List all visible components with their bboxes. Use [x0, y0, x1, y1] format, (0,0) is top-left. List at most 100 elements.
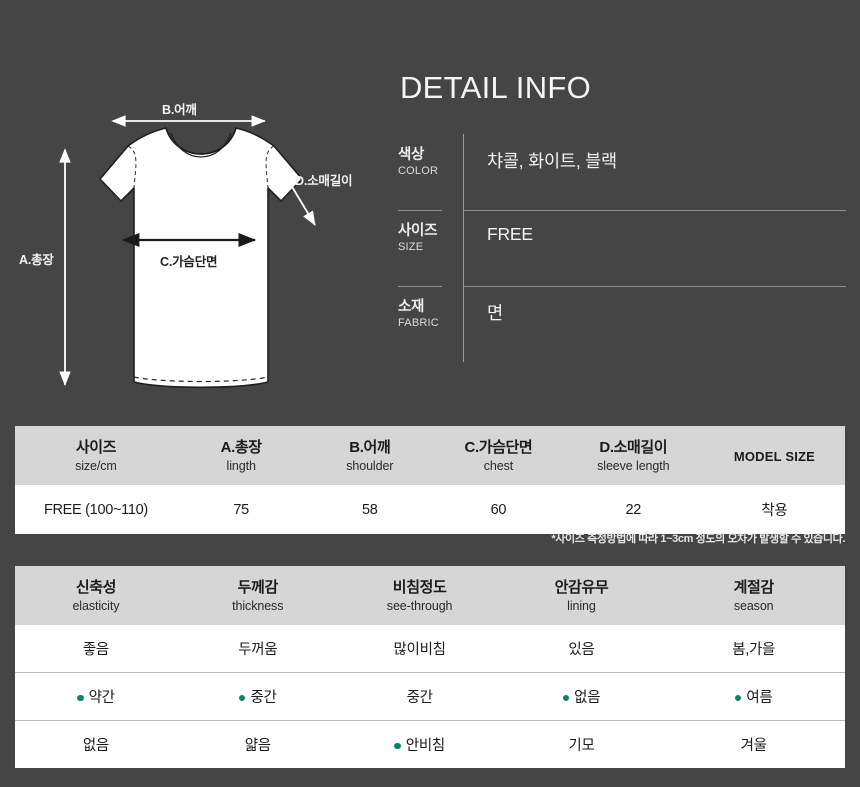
- feature-cell: 겨울: [662, 720, 845, 769]
- detail-info-key-ko: 색상: [398, 147, 425, 163]
- feature-table: 신축성 elasticity 두께감 thickness 비침정도 see-th…: [15, 566, 845, 769]
- feature-cell: 중간: [176, 672, 339, 721]
- header-en: size/cm: [75, 458, 117, 473]
- feature-cell: 안비침: [338, 720, 501, 769]
- selected-dot-icon: [734, 694, 742, 702]
- measurement-diagram: B.어깨 D.소매길이 A.총장 C.가슴단면: [0, 0, 390, 410]
- size-header-sleeve: D.소매길이 sleeve length: [563, 426, 704, 485]
- table-row: 좋음 두꺼움 많이비침 있음 봄,가을: [15, 625, 845, 673]
- selected-dot-icon: [562, 694, 570, 702]
- top-section: B.어깨 D.소매길이 A.총장 C.가슴단면 DETAIL INFO 색상 C…: [0, 0, 860, 410]
- header-en: sleeve length: [597, 458, 670, 473]
- feature-cell: 봄,가을: [662, 625, 845, 673]
- feature-header-see-through: 비침정도 see-through: [339, 566, 501, 625]
- feature-header-thickness: 두께감 thickness: [177, 566, 339, 625]
- header-ko: D.소매길이: [599, 439, 668, 456]
- table-row: 없음 얇음 안비침 기모 겨울: [15, 720, 845, 769]
- detail-info-key-en: SIZE: [398, 241, 424, 254]
- detail-info-value: 면: [487, 303, 503, 323]
- size-header-size: 사이즈 size/cm: [15, 426, 177, 485]
- size-header-length: A.총장 lingth: [177, 426, 306, 485]
- feature-cell-label: 두꺼움: [238, 642, 278, 659]
- size-table-header-row: 사이즈 size/cm A.총장 lingth B.어깨 shoulder C.…: [15, 426, 845, 486]
- diagram-label-shoulder: B.어깨: [162, 103, 197, 117]
- feature-cell: 없음: [500, 672, 663, 721]
- feature-cell-label: 안비침: [405, 738, 445, 755]
- feature-cell-label: 있음: [568, 642, 595, 659]
- detail-info-key-ko: 소재: [398, 299, 425, 315]
- size-cell-model: 착용: [703, 485, 845, 535]
- header-ko: 사이즈: [75, 439, 117, 456]
- size-table: 사이즈 size/cm A.총장 lingth B.어깨 shoulder C.…: [15, 426, 845, 535]
- feature-cell: 약간: [15, 672, 177, 721]
- feature-cell: 두꺼움: [176, 625, 339, 673]
- feature-table-header-row: 신축성 elasticity 두께감 thickness 비침정도 see-th…: [15, 566, 845, 626]
- detail-info-panel: DETAIL INFO 색상 COLOR 챠콜, 화이트, 블랙 사이즈 SIZ…: [398, 0, 860, 410]
- detail-info-key-en: FABRIC: [398, 317, 439, 330]
- selected-dot-icon: [77, 694, 84, 702]
- table-row: 약간 중간 중간 없음 여름: [15, 672, 845, 721]
- header-ko: 두께감: [237, 579, 279, 596]
- header-ko: 계절감: [733, 579, 775, 596]
- header-solo: MODEL SIZE: [733, 448, 816, 464]
- feature-cell: 얇음: [176, 720, 339, 769]
- feature-cell: 좋음: [15, 625, 177, 673]
- detail-info-key: 색상 COLOR: [398, 134, 463, 210]
- size-cell-sleeve: 22: [562, 485, 704, 535]
- feature-cell-label: 중간: [406, 690, 433, 707]
- feature-cell-label: 기모: [568, 738, 595, 755]
- detail-info-key: 소재 FABRIC: [398, 286, 463, 362]
- header-en: lingth: [226, 458, 256, 473]
- header-en: lining: [567, 598, 596, 613]
- feature-cell: 있음: [500, 625, 663, 673]
- header-ko: A.총장: [220, 439, 262, 456]
- feature-cell-label: 여름: [746, 690, 773, 707]
- size-header-chest: C.가슴단면 chest: [434, 426, 563, 485]
- header-en: thickness: [232, 598, 284, 613]
- header-ko: C.가슴단면: [464, 439, 533, 456]
- feature-cell-label: 많이비침: [393, 642, 446, 659]
- table-row: FREE (100~110) 75 58 60 22 착용: [15, 485, 845, 535]
- detail-info-key: 사이즈 SIZE: [398, 210, 463, 286]
- header-ko: 안감유무: [554, 579, 609, 596]
- feature-cell: 기모: [500, 720, 663, 769]
- header-en: shoulder: [346, 458, 394, 473]
- feature-header-lining: 안감유무 lining: [501, 566, 663, 625]
- feature-header-season: 계절감 season: [662, 566, 845, 625]
- feature-cell-label: 중간: [250, 690, 277, 707]
- feature-cell-label: 없음: [574, 690, 601, 707]
- size-cell-chest: 60: [434, 485, 563, 535]
- feature-header-elasticity: 신축성 elasticity: [15, 566, 177, 625]
- detail-info-key-en: COLOR: [398, 165, 439, 178]
- size-header-shoulder: B.어깨 shoulder: [305, 426, 434, 485]
- selected-dot-icon: [394, 742, 401, 750]
- detail-info-row-size: 사이즈 SIZE FREE: [398, 210, 846, 286]
- detail-info-row-color: 색상 COLOR 챠콜, 화이트, 블랙: [398, 134, 846, 210]
- feature-cell-label: 얇음: [244, 738, 271, 755]
- feature-cell: 없음: [15, 720, 177, 769]
- header-en: chest: [483, 458, 514, 473]
- size-header-model-size: MODEL SIZE: [704, 426, 845, 485]
- size-measurement-note: *사이즈 측정방법에 따라 1~3cm 정도의 오차가 발생할 수 있습니다.: [551, 533, 845, 545]
- selected-dot-icon: [238, 694, 246, 702]
- feature-cell: 중간: [338, 672, 501, 721]
- detail-info-key-ko: 사이즈: [398, 223, 438, 239]
- product-detail-page: B.어깨 D.소매길이 A.총장 C.가슴단면 DETAIL INFO 색상 C…: [0, 0, 860, 787]
- detail-info-table: 색상 COLOR 챠콜, 화이트, 블랙 사이즈 SIZE FREE 소재 FA…: [398, 134, 846, 362]
- size-cell-shoulder: 58: [305, 485, 435, 535]
- detail-info-value: 챠콜, 화이트, 블랙: [487, 151, 617, 171]
- size-cell-size: FREE (100~110): [15, 485, 177, 535]
- feature-cell: 많이비침: [338, 625, 501, 673]
- header-en: elasticity: [72, 598, 120, 613]
- feature-cell-label: 좋음: [82, 642, 109, 659]
- header-en: see-through: [386, 598, 453, 613]
- diagram-label-chest: C.가슴단면: [160, 255, 218, 269]
- size-cell-length: 75: [176, 485, 306, 535]
- diagram-label-sleeve: D.소매길이: [295, 174, 353, 188]
- feature-cell-label: 봄,가을: [732, 642, 776, 659]
- feature-cell-label: 약간: [88, 690, 115, 707]
- header-ko: B.어깨: [349, 439, 391, 456]
- detail-info-row-fabric: 소재 FABRIC 면: [398, 286, 846, 362]
- detail-info-title: DETAIL INFO: [400, 70, 592, 105]
- feature-cell-label: 겨울: [740, 738, 767, 755]
